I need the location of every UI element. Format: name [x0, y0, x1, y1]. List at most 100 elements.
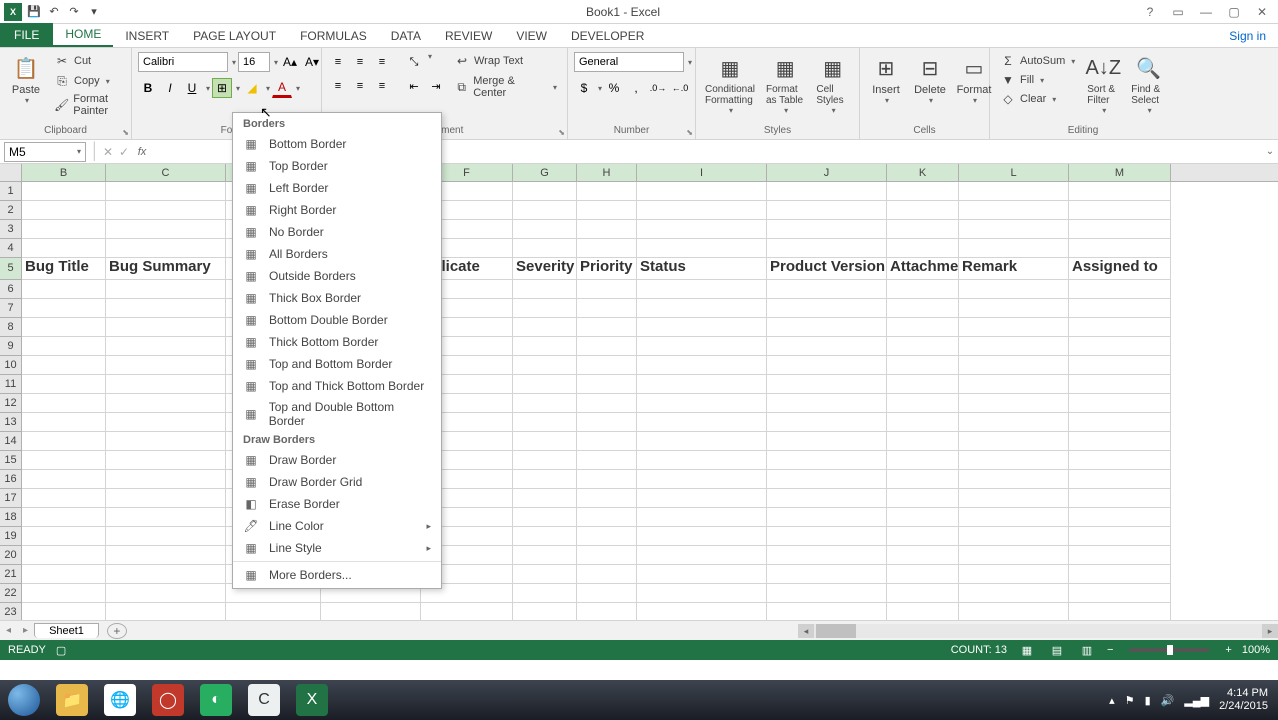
cell-G18[interactable]	[513, 508, 577, 527]
signal-icon[interactable]: ▂▄▆	[1184, 694, 1209, 707]
review-tab[interactable]: REVIEW	[433, 25, 504, 47]
cell-J20[interactable]	[767, 546, 887, 565]
cut-button[interactable]: ✂Cut	[50, 52, 125, 70]
border-option[interactable]: ▦Top and Bottom Border	[233, 353, 441, 375]
row-header-3[interactable]: 3	[0, 220, 22, 239]
decrease-font-button[interactable]: A▾	[302, 52, 322, 72]
cell-J18[interactable]	[767, 508, 887, 527]
cell-G12[interactable]	[513, 394, 577, 413]
cell-H12[interactable]	[577, 394, 637, 413]
cell-B23[interactable]	[22, 603, 106, 620]
format-as-table-button[interactable]: ▦ Format as Table▾	[762, 52, 808, 117]
cell-M12[interactable]	[1069, 394, 1171, 413]
cell-H16[interactable]	[577, 470, 637, 489]
font-name-input[interactable]	[138, 52, 228, 72]
cell-L12[interactable]	[959, 394, 1069, 413]
number-format-input[interactable]	[574, 52, 684, 72]
cell-M23[interactable]	[1069, 603, 1171, 620]
border-option[interactable]: ▦Bottom Border	[233, 133, 441, 155]
cell-I3[interactable]	[637, 220, 767, 239]
cell-C16[interactable]	[106, 470, 226, 489]
row-header-8[interactable]: 8	[0, 318, 22, 337]
cell-K12[interactable]	[887, 394, 959, 413]
border-option[interactable]: ▦No Border	[233, 221, 441, 243]
cell-L23[interactable]	[959, 603, 1069, 620]
orientation-button[interactable]: ⤡	[404, 52, 424, 72]
cell-K11[interactable]	[887, 375, 959, 394]
cell-B8[interactable]	[22, 318, 106, 337]
cell-K20[interactable]	[887, 546, 959, 565]
cell-I14[interactable]	[637, 432, 767, 451]
cell-K4[interactable]	[887, 239, 959, 258]
view-tab[interactable]: VIEW	[504, 25, 559, 47]
row-header-6[interactable]: 6	[0, 280, 22, 299]
font-size-input[interactable]	[238, 52, 270, 72]
app-taskbar-green[interactable]: ◐	[192, 680, 240, 720]
cell-K13[interactable]	[887, 413, 959, 432]
cell-G17[interactable]	[513, 489, 577, 508]
cell-I23[interactable]	[637, 603, 767, 620]
cell-H22[interactable]	[577, 584, 637, 603]
file-tab[interactable]: FILE	[0, 23, 53, 47]
page-break-view-button[interactable]: ▥	[1077, 643, 1097, 657]
border-option[interactable]: ▦Top Border	[233, 155, 441, 177]
cell-C1[interactable]	[106, 182, 226, 201]
cell-G22[interactable]	[513, 584, 577, 603]
row-header-22[interactable]: 22	[0, 584, 22, 603]
cell-L17[interactable]	[959, 489, 1069, 508]
chevron-down-icon[interactable]: ▾	[77, 147, 81, 156]
cell-L21[interactable]	[959, 565, 1069, 584]
cell-G9[interactable]	[513, 337, 577, 356]
cell-G6[interactable]	[513, 280, 577, 299]
format-painter-button[interactable]: 🖌Format Painter	[50, 92, 125, 118]
cell-H17[interactable]	[577, 489, 637, 508]
cell-J16[interactable]	[767, 470, 887, 489]
borders-button[interactable]: ⊞	[212, 78, 232, 98]
cell-M9[interactable]	[1069, 337, 1171, 356]
cell-I6[interactable]	[637, 280, 767, 299]
cell-B2[interactable]	[22, 201, 106, 220]
increase-indent-button[interactable]: ⇥	[426, 76, 446, 96]
cell-I19[interactable]	[637, 527, 767, 546]
accounting-format-button[interactable]: $	[574, 78, 594, 98]
cell-C7[interactable]	[106, 299, 226, 318]
cell-C20[interactable]	[106, 546, 226, 565]
cell-E23[interactable]	[321, 603, 421, 620]
cell-I8[interactable]	[637, 318, 767, 337]
cell-B17[interactable]	[22, 489, 106, 508]
cell-H2[interactable]	[577, 201, 637, 220]
percent-button[interactable]: %	[604, 78, 624, 98]
autosum-button[interactable]: ΣAutoSum▾	[996, 52, 1079, 70]
cell-L13[interactable]	[959, 413, 1069, 432]
cell-I9[interactable]	[637, 337, 767, 356]
cell-J22[interactable]	[767, 584, 887, 603]
chevron-down-icon[interactable]: ▾	[598, 84, 602, 93]
zoom-in-button[interactable]: +	[1225, 644, 1231, 656]
name-box[interactable]: M5 ▾	[4, 142, 86, 162]
cell-C11[interactable]	[106, 375, 226, 394]
cell-G21[interactable]	[513, 565, 577, 584]
cell-K3[interactable]	[887, 220, 959, 239]
number-launcher[interactable]: ⬊	[686, 128, 693, 137]
clear-button[interactable]: ◇Clear▾	[996, 90, 1079, 108]
cell-G5[interactable]: Severity	[513, 258, 577, 280]
cell-B15[interactable]	[22, 451, 106, 470]
chevron-down-icon[interactable]: ▾	[206, 84, 210, 93]
border-option[interactable]: ▦Draw Border Grid	[233, 471, 441, 493]
comma-button[interactable]: ,	[626, 78, 646, 98]
row-header-18[interactable]: 18	[0, 508, 22, 527]
row-header-16[interactable]: 16	[0, 470, 22, 489]
undo-icon[interactable]: ↶	[46, 4, 62, 20]
cell-M18[interactable]	[1069, 508, 1171, 527]
cell-M22[interactable]	[1069, 584, 1171, 603]
cell-J7[interactable]	[767, 299, 887, 318]
cell-H15[interactable]	[577, 451, 637, 470]
cancel-button[interactable]: ✕	[100, 145, 116, 159]
network-icon[interactable]: ▮	[1145, 694, 1151, 707]
cell-M1[interactable]	[1069, 182, 1171, 201]
border-option[interactable]: ◧Erase Border	[233, 493, 441, 515]
cell-M14[interactable]	[1069, 432, 1171, 451]
data-tab[interactable]: DATA	[379, 25, 433, 47]
cell-C18[interactable]	[106, 508, 226, 527]
cell-L6[interactable]	[959, 280, 1069, 299]
